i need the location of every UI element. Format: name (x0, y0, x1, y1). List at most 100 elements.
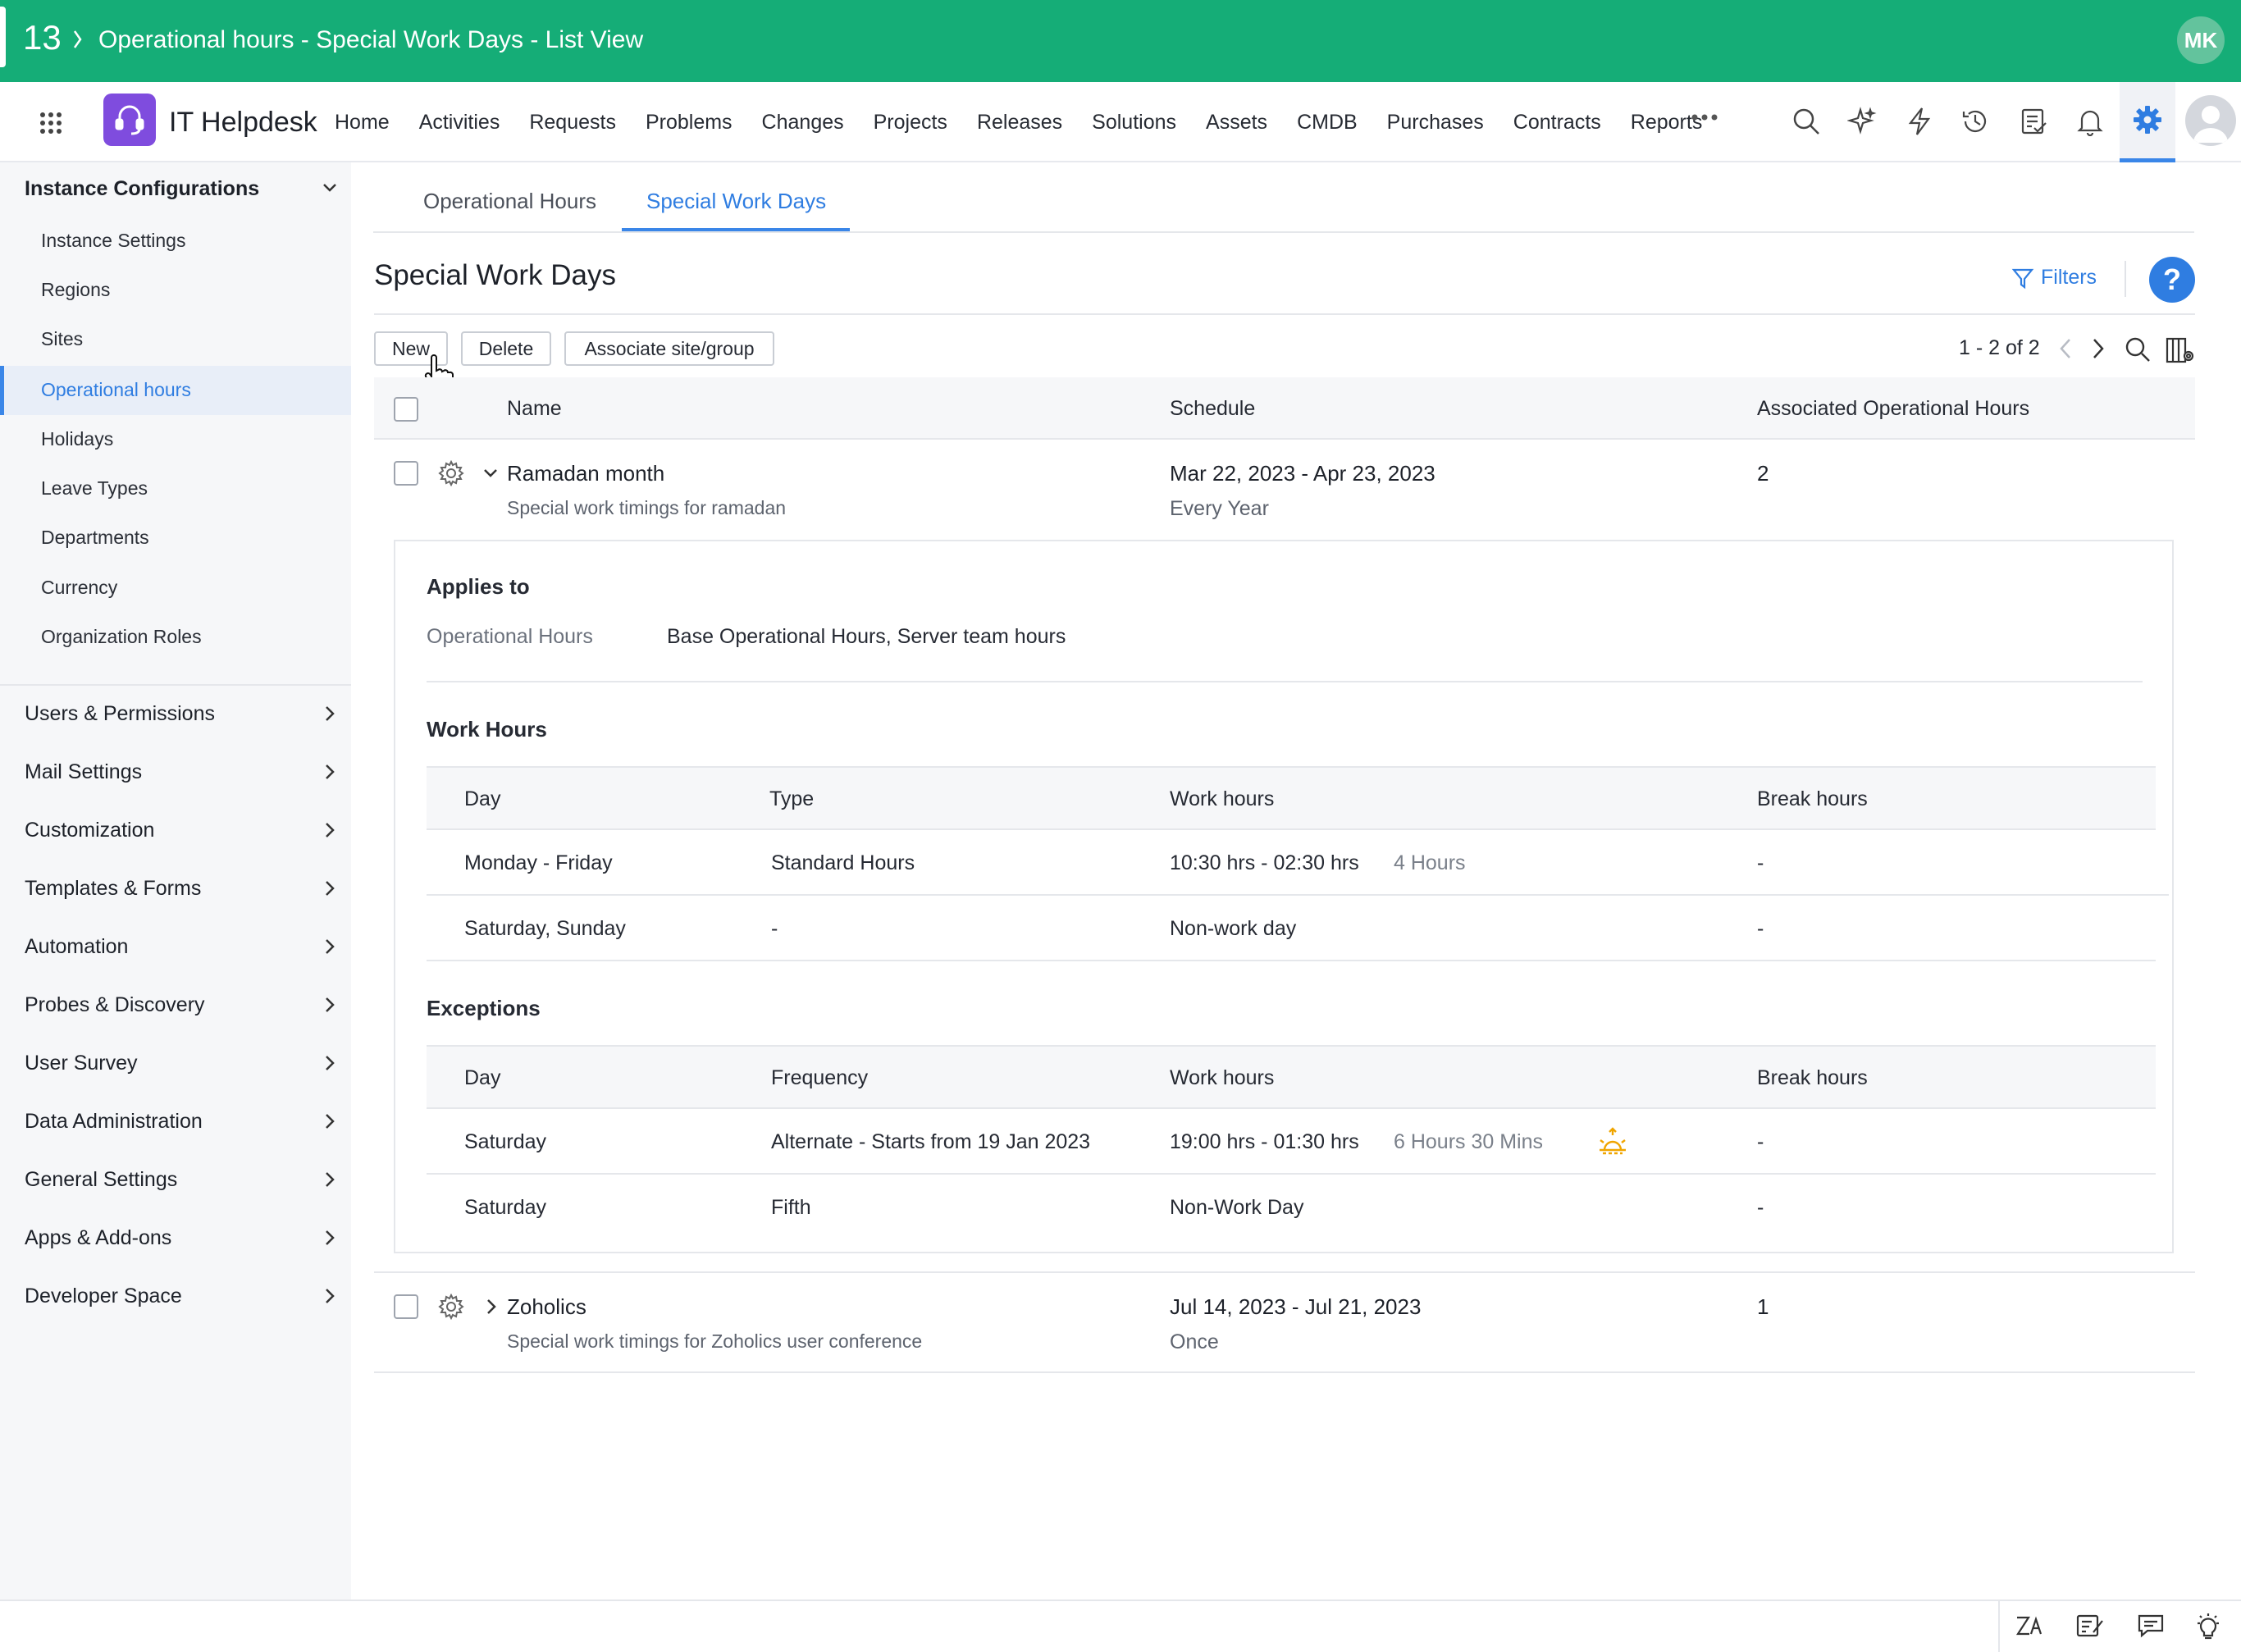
chevron-right-icon[interactable] (325, 938, 335, 955)
row-associated-count: 1 (1757, 1294, 1769, 1319)
sidebar-item-operational-hours[interactable]: Operational hours (41, 379, 191, 401)
nav-contracts[interactable]: Contracts (1513, 111, 1601, 135)
chevron-right-icon[interactable] (325, 1288, 335, 1304)
row-recurrence: Every Year (1170, 497, 1269, 520)
sidebar-section-customization[interactable]: Customization (25, 819, 154, 842)
exc-col-break: Break hours (1757, 1066, 1868, 1089)
profile-picture[interactable] (2185, 95, 2236, 146)
row-checkbox[interactable] (394, 461, 418, 486)
details-divider (427, 681, 2143, 682)
nav-purchases[interactable]: Purchases (1387, 111, 1484, 135)
work-col-day: Day (464, 787, 501, 810)
nav-changes[interactable]: Changes (762, 111, 844, 135)
sidebar-section-instance-configurations[interactable]: Instance Configurations (25, 177, 259, 201)
row-settings-gear-icon[interactable] (438, 460, 464, 486)
sidebar-item-sites[interactable]: Sites (41, 328, 83, 350)
tab-number[interactable]: 13 (23, 18, 62, 57)
column-header-schedule[interactable]: Schedule (1170, 397, 1255, 421)
ai-sparkle-icon[interactable] (1844, 103, 1880, 139)
row-name[interactable]: Zoholics (507, 1294, 586, 1320)
row-divider (427, 960, 2156, 961)
column-header-name[interactable]: Name (507, 397, 562, 421)
tasks-icon[interactable] (2016, 103, 2052, 139)
row-recurrence: Once (1170, 1330, 1219, 1353)
user-avatar[interactable]: MK (2177, 16, 2225, 64)
row-settings-gear-icon[interactable] (438, 1294, 464, 1320)
nav-requests[interactable]: Requests (529, 111, 616, 135)
lightbulb-icon[interactable] (2195, 1613, 2221, 1641)
chevron-right-icon[interactable] (325, 1171, 335, 1188)
sidebar-section-probes-discovery[interactable]: Probes & Discovery (25, 993, 205, 1017)
sidebar-section-mail-settings[interactable]: Mail Settings (25, 760, 142, 784)
chevron-right-icon[interactable] (325, 880, 335, 897)
sidebar-item-holidays[interactable]: Holidays (41, 428, 113, 450)
sidebar-section-developer-space[interactable]: Developer Space (25, 1285, 182, 1308)
sidebar-section-data-administration[interactable]: Data Administration (25, 1110, 203, 1134)
row-name[interactable]: Ramadan month (507, 461, 664, 486)
helpdesk-logo-icon[interactable] (103, 94, 156, 146)
sidebar-item-instance-settings[interactable]: Instance Settings (41, 230, 185, 252)
sidebar-item-regions[interactable]: Regions (41, 279, 110, 301)
more-icon[interactable] (1691, 113, 1718, 121)
associate-site-group-button[interactable]: Associate site/group (564, 331, 774, 366)
sidebar-item-leave-types[interactable]: Leave Types (41, 477, 148, 500)
work-col-break: Break hours (1757, 787, 1868, 810)
tab-special-work-days[interactable]: Special Work Days (646, 189, 826, 214)
chevron-right-icon[interactable] (325, 764, 335, 780)
collapse-chevron-icon[interactable] (482, 468, 499, 479)
sidebar-section-user-survey[interactable]: User Survey (25, 1052, 138, 1075)
translate-icon[interactable] (2015, 1613, 2044, 1639)
nav-solutions[interactable]: Solutions (1092, 111, 1176, 135)
exceptions-table-header (427, 1045, 2156, 1109)
chevron-right-icon[interactable] (325, 705, 335, 722)
work-row-type: Standard Hours (771, 851, 915, 874)
history-icon[interactable] (1957, 103, 1993, 139)
table-search-icon[interactable] (2125, 336, 2151, 363)
bottom-separator (1998, 1601, 2000, 1652)
row-description: Special work timings for ramadan (507, 497, 787, 518)
chevron-right-icon[interactable] (325, 1055, 335, 1071)
bell-icon[interactable] (2072, 103, 2108, 139)
chevron-right-icon[interactable] (325, 1113, 335, 1129)
settings-tab[interactable] (2120, 82, 2175, 162)
row-checkbox[interactable] (394, 1294, 418, 1319)
nav-projects[interactable]: Projects (874, 111, 947, 135)
chat-icon[interactable] (2136, 1613, 2166, 1639)
chevron-right-icon[interactable] (325, 1230, 335, 1246)
chevron-right-icon[interactable] (325, 997, 335, 1013)
sidebar-section-templates-forms[interactable]: Templates & Forms (25, 877, 201, 901)
sidebar-section-general-settings[interactable]: General Settings (25, 1168, 177, 1192)
header-divider (374, 313, 2195, 315)
expand-chevron-icon[interactable] (486, 1298, 497, 1316)
app-grid-icon[interactable] (39, 112, 62, 135)
column-settings-icon[interactable] (2166, 336, 2195, 364)
sidebar-item-currency[interactable]: Currency (41, 577, 117, 599)
row-associated-count: 2 (1757, 461, 1769, 486)
notes-icon[interactable] (2075, 1613, 2105, 1639)
select-all-checkbox[interactable] (394, 397, 418, 422)
sidebar-item-organization-roles[interactable]: Organization Roles (41, 626, 202, 648)
search-icon[interactable] (1788, 103, 1824, 139)
nav-releases[interactable]: Releases (977, 111, 1062, 135)
sidebar-item-departments[interactable]: Departments (41, 527, 149, 549)
nav-activities[interactable]: Activities (419, 111, 500, 135)
previous-page-icon[interactable] (2057, 336, 2074, 361)
sidebar-section-automation[interactable]: Automation (25, 935, 128, 959)
help-button[interactable]: ? (2149, 257, 2195, 303)
sidebar-section-apps-addons[interactable]: Apps & Add-ons (25, 1226, 171, 1250)
nav-cmdb[interactable]: CMDB (1297, 111, 1358, 135)
chevron-right-icon[interactable] (325, 822, 335, 838)
chevron-down-icon[interactable] (322, 182, 338, 194)
delete-button[interactable]: Delete (461, 331, 551, 366)
filters-button[interactable]: Filters (2011, 266, 2097, 290)
nav-home[interactable]: Home (335, 111, 390, 135)
nav-assets[interactable]: Assets (1206, 111, 1267, 135)
sidebar-section-users-permissions[interactable]: Users & Permissions (25, 702, 215, 726)
next-page-icon[interactable] (2090, 336, 2106, 361)
lightning-icon[interactable] (1901, 103, 1937, 139)
tab-operational-hours[interactable]: Operational Hours (423, 189, 596, 214)
exc-row-hours: Non-Work Day (1170, 1196, 1304, 1219)
nav-problems[interactable]: Problems (646, 111, 733, 135)
exceptions-heading: Exceptions (427, 996, 541, 1020)
column-header-associated-hours[interactable]: Associated Operational Hours (1757, 397, 2029, 421)
